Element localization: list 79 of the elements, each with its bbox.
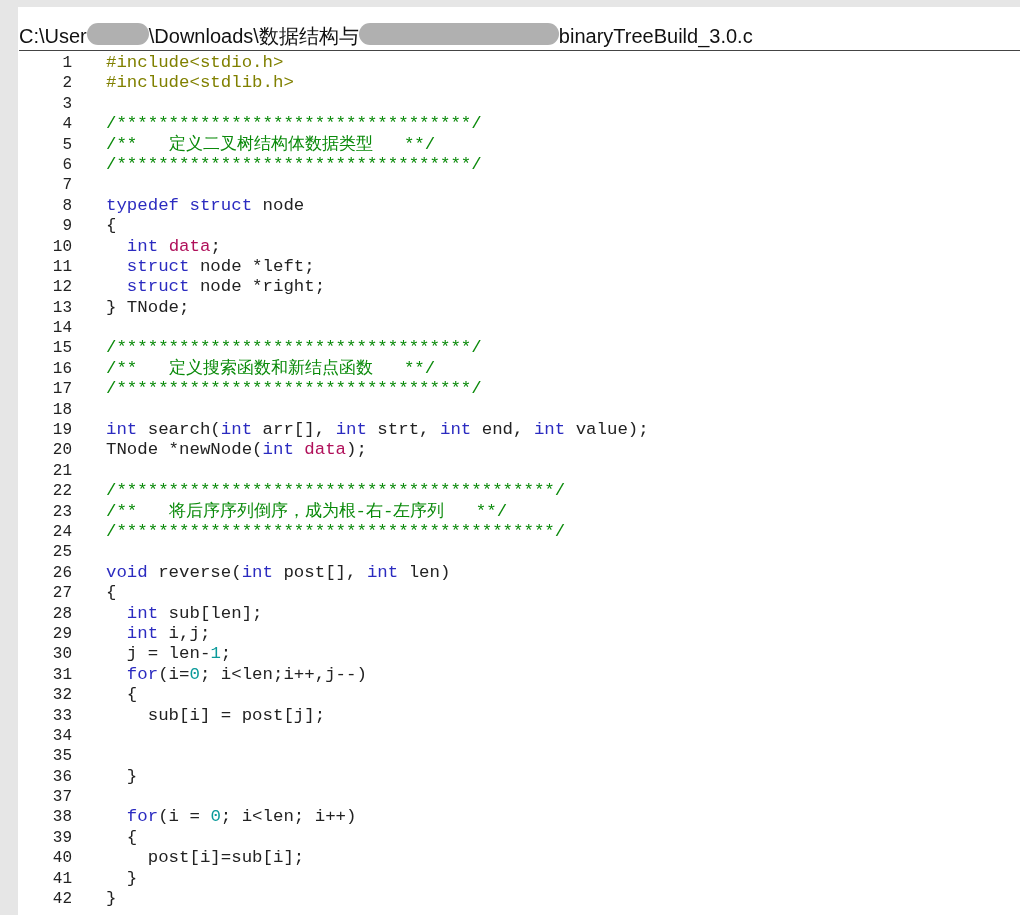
line-number: 19 bbox=[51, 420, 72, 441]
code-line: { bbox=[106, 216, 117, 237]
line-number: 2 bbox=[61, 73, 72, 94]
code-line: } bbox=[106, 889, 117, 910]
line-number: 12 bbox=[51, 277, 72, 298]
file-path-text: \Downloads\数据结构与 bbox=[148, 24, 359, 48]
code-line: } bbox=[125, 766, 138, 788]
code-line: /**********************************/ bbox=[106, 338, 482, 358]
file-path-text: C:\User bbox=[19, 24, 87, 48]
line-number: 15 bbox=[51, 338, 72, 359]
line-number: 39 bbox=[51, 827, 72, 849]
line-number: 42 bbox=[51, 889, 72, 910]
line-number: 33 bbox=[51, 705, 72, 726]
line-number: 8 bbox=[61, 195, 72, 217]
line-number: 21 bbox=[51, 460, 72, 482]
code-line: /**********************************/ bbox=[106, 379, 482, 400]
code-line: #include<stdio.h> bbox=[106, 53, 284, 74]
code-line: typedef struct node bbox=[106, 195, 305, 217]
code-line: /**********************************/ bbox=[106, 114, 482, 134]
line-number: 37 bbox=[51, 787, 72, 808]
line-number: 22 bbox=[51, 481, 72, 502]
code-line: } TNode; bbox=[106, 297, 190, 319]
code-line: TNode *newNode(int data); bbox=[106, 440, 367, 461]
line-number: 30 bbox=[51, 644, 72, 665]
code-line: int sub[len]; bbox=[125, 603, 263, 624]
code-line: post[i]=sub[i]; bbox=[146, 848, 305, 869]
code-line: /** 将后序序列倒序，成为根-右-左序列 **/ bbox=[106, 501, 508, 522]
line-number: 31 bbox=[51, 664, 72, 686]
code-line: struct node *right; bbox=[125, 277, 326, 298]
code-line: int i,j; bbox=[125, 623, 211, 645]
line-number: 13 bbox=[51, 297, 72, 319]
code-line: /**********************************/ bbox=[106, 154, 482, 176]
line-number: 4 bbox=[61, 114, 72, 135]
line-number: 26 bbox=[51, 562, 72, 584]
line-number: 28 bbox=[51, 603, 72, 624]
line-number: 29 bbox=[51, 623, 72, 645]
line-number: 36 bbox=[51, 766, 72, 788]
line-number: 6 bbox=[61, 154, 72, 176]
line-number: 34 bbox=[51, 725, 72, 747]
line-number: 3 bbox=[61, 93, 72, 115]
line-number: 7 bbox=[61, 175, 72, 196]
code-line: void reverse(int post[], int len) bbox=[106, 562, 451, 584]
line-number: 38 bbox=[51, 807, 72, 828]
code-line: { bbox=[106, 583, 117, 604]
code-line: /******************************************/ bbox=[106, 522, 566, 543]
code-line: /******************************************/ bbox=[106, 481, 566, 501]
line-number: 11 bbox=[51, 256, 72, 278]
code-line: int search(int arr[], int strt, int end, int value); bbox=[106, 420, 649, 441]
line-number: 17 bbox=[51, 379, 72, 400]
code-line: int data; bbox=[125, 236, 221, 257]
code-line: for(i = 0; i<len; i++) bbox=[125, 807, 357, 828]
line-number: 20 bbox=[51, 440, 72, 461]
code-line: { bbox=[125, 827, 138, 849]
code-line: for(i=0; i<len;i++,j--) bbox=[125, 664, 367, 686]
line-number: 18 bbox=[51, 399, 72, 421]
code-line: /** 定义二叉树结构体数据类型 **/ bbox=[106, 134, 436, 155]
line-number: 10 bbox=[51, 236, 72, 257]
line-number: 27 bbox=[51, 583, 72, 604]
line-number: 25 bbox=[51, 542, 72, 563]
line-number: 40 bbox=[51, 848, 72, 869]
line-number: 1 bbox=[61, 53, 72, 74]
code-line: sub[i] = post[j]; bbox=[146, 705, 326, 726]
line-number: 14 bbox=[51, 318, 72, 339]
line-number: 9 bbox=[61, 216, 72, 237]
code-line: struct node *left; bbox=[125, 256, 315, 278]
line-number: 35 bbox=[51, 746, 72, 767]
code-line: { bbox=[125, 685, 138, 706]
line-number: 5 bbox=[61, 134, 72, 155]
code-line: /** 定义搜索函数和新结点函数 **/ bbox=[106, 358, 436, 380]
file-path-text: binaryTreeBuild_3.0.c bbox=[558, 24, 753, 48]
line-number: 16 bbox=[51, 358, 72, 380]
code-line: } bbox=[125, 868, 138, 889]
redaction-mark bbox=[86, 22, 149, 45]
code-line: #include<stdlib.h> bbox=[106, 73, 294, 94]
line-number: 32 bbox=[51, 685, 72, 706]
line-number: 41 bbox=[51, 868, 72, 889]
line-number: 24 bbox=[51, 522, 72, 543]
line-number: 23 bbox=[51, 501, 72, 522]
code-line: j = len-1; bbox=[125, 644, 232, 665]
